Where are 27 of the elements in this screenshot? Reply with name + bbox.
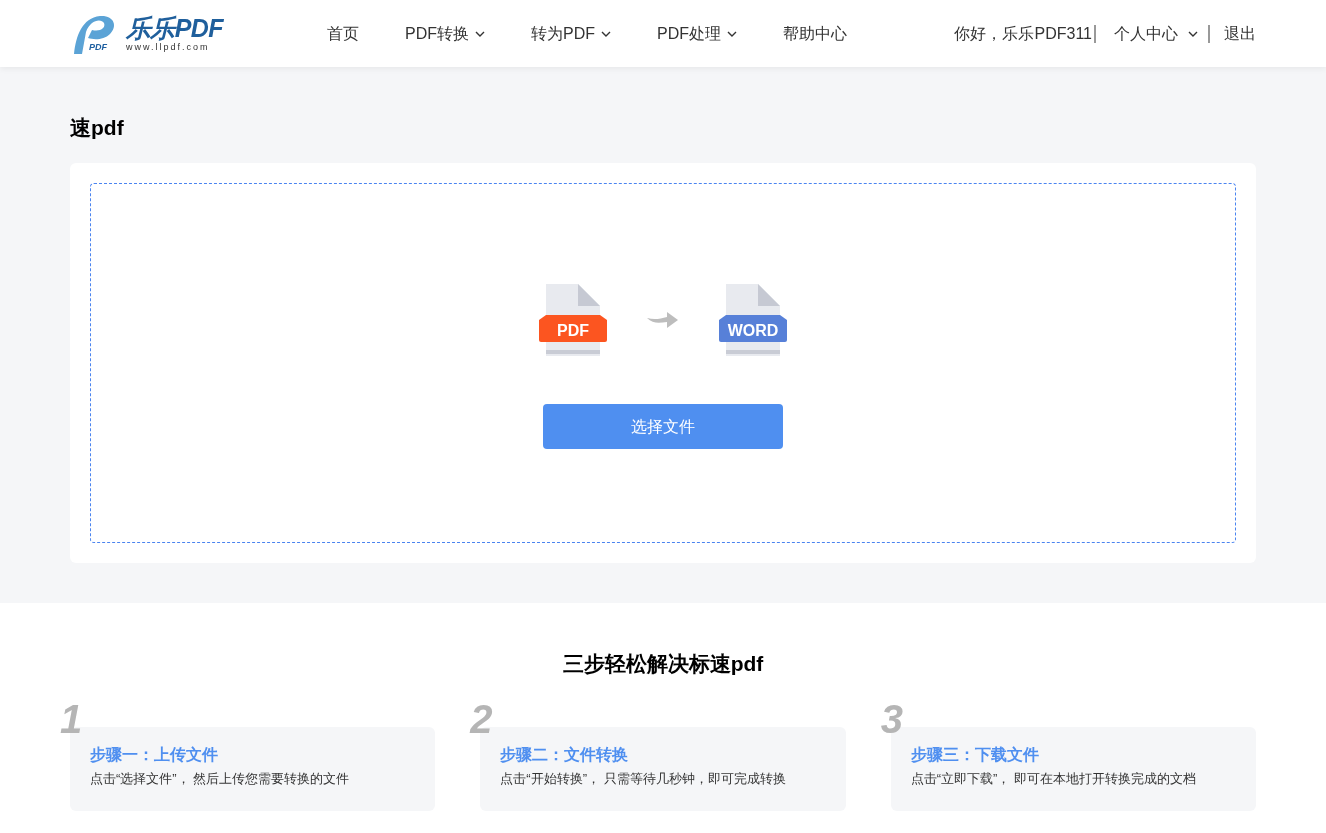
step-number: 2 (470, 699, 493, 739)
step-title: 步骤三：下载文件 (910, 745, 1039, 765)
logo-url: www.llpdf.com (126, 42, 211, 52)
arrow-right-icon (647, 310, 679, 330)
chevron-down-icon (475, 30, 485, 37)
drop-zone[interactable]: PDF WORD 选择文件 (90, 183, 1236, 543)
nav-link[interactable]: 转为PDF (531, 21, 611, 46)
step-description: 点击“选择文件”， 然后上传您需要转换的文件 (90, 770, 350, 788)
step-description: 点击“立即下载”， 即可在本地打开转换完成的文档 (910, 770, 1196, 788)
nav-link[interactable]: PDF处理 (657, 21, 737, 46)
step-title: 步骤二：文件转换 (500, 745, 629, 765)
step-number: 1 (60, 699, 83, 739)
steps-heading: 三步轻松解决标速pdf (561, 651, 765, 677)
nav-link[interactable]: PDF转换 (405, 21, 485, 46)
logo-name: 乐乐PDF (126, 15, 223, 41)
user-menu[interactable]: 个人中心 (1114, 21, 1198, 46)
chevron-down-icon (1188, 30, 1198, 37)
nav-link[interactable]: 帮助中心 (783, 21, 847, 46)
step-number: 3 (880, 699, 903, 739)
chevron-down-icon (727, 30, 737, 37)
logout-link[interactable]: 退出 (1224, 21, 1256, 46)
page-title: 速pdf (70, 115, 125, 141)
chevron-down-icon (601, 30, 611, 37)
greeting-text: 你好，乐乐PDF311 (954, 23, 1092, 44)
step-title: 步骤一：上传文件 (90, 745, 218, 765)
nav-link[interactable]: 首页 (327, 21, 359, 46)
step-description: 点击“开始转换”， 只需等待几秒钟，即可完成转换 (500, 770, 786, 788)
